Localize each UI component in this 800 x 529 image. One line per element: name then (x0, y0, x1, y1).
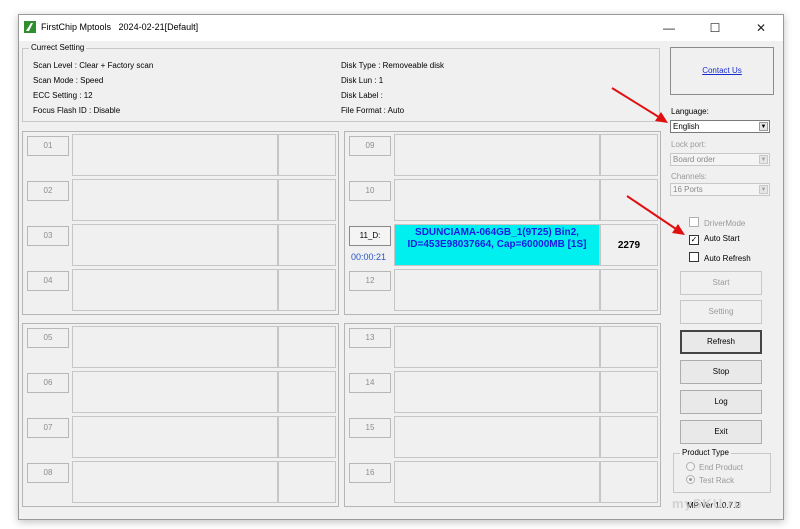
annotation-arrows (611, 87, 685, 235)
watermark: mySKU.ru (672, 496, 743, 511)
annotation-arrow-autostart (626, 195, 685, 235)
annotation-arrow-language (611, 87, 668, 123)
